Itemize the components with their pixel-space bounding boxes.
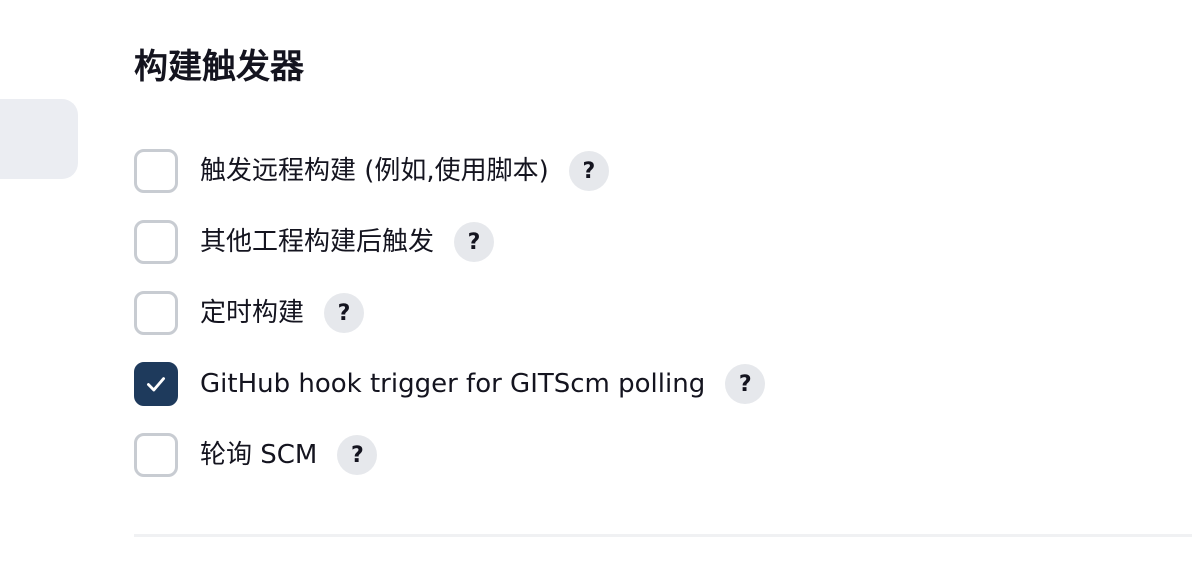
- trigger-options-list: 触发远程构建 (例如,使用脚本) ? 其他工程构建后触发 ? 定时构建 ? Gi…: [134, 148, 766, 503]
- trigger-option-poll-scm: 轮询 SCM ?: [134, 432, 765, 478]
- trigger-checkbox-upstream[interactable]: [134, 220, 178, 264]
- trigger-label-cron[interactable]: 定时构建: [200, 296, 304, 330]
- trigger-option-cron: 定时构建 ?: [134, 290, 765, 336]
- trigger-label-upstream[interactable]: 其他工程构建后触发: [200, 225, 434, 259]
- checkmark-icon: [147, 377, 165, 392]
- help-icon[interactable]: ?: [568, 151, 609, 191]
- trigger-checkbox-poll-scm[interactable]: [134, 433, 178, 477]
- help-icon[interactable]: ?: [454, 222, 495, 262]
- sidebar-tab[interactable]: [0, 99, 78, 179]
- help-icon[interactable]: ?: [725, 364, 766, 404]
- trigger-checkbox-github-hook[interactable]: [134, 362, 178, 406]
- trigger-option-remote: 触发远程构建 (例如,使用脚本) ?: [134, 148, 765, 194]
- trigger-checkbox-remote[interactable]: [134, 149, 178, 193]
- build-triggers-section: 构建触发器 触发远程构建 (例如,使用脚本) ? 其他工程构建后触发 ? 定时构…: [134, 0, 1192, 574]
- trigger-label-github-hook[interactable]: GitHub hook trigger for GITScm polling: [200, 367, 705, 401]
- help-icon[interactable]: ?: [337, 435, 378, 475]
- trigger-option-github-hook: GitHub hook trigger for GITScm polling ?: [134, 361, 766, 407]
- section-divider: [134, 534, 1192, 537]
- trigger-checkbox-cron[interactable]: [134, 291, 178, 335]
- trigger-label-poll-scm[interactable]: 轮询 SCM: [200, 438, 317, 472]
- section-title: 构建触发器: [134, 47, 304, 87]
- trigger-label-remote[interactable]: 触发远程构建 (例如,使用脚本): [200, 154, 549, 188]
- trigger-option-upstream: 其他工程构建后触发 ?: [134, 219, 765, 265]
- help-icon[interactable]: ?: [324, 293, 365, 333]
